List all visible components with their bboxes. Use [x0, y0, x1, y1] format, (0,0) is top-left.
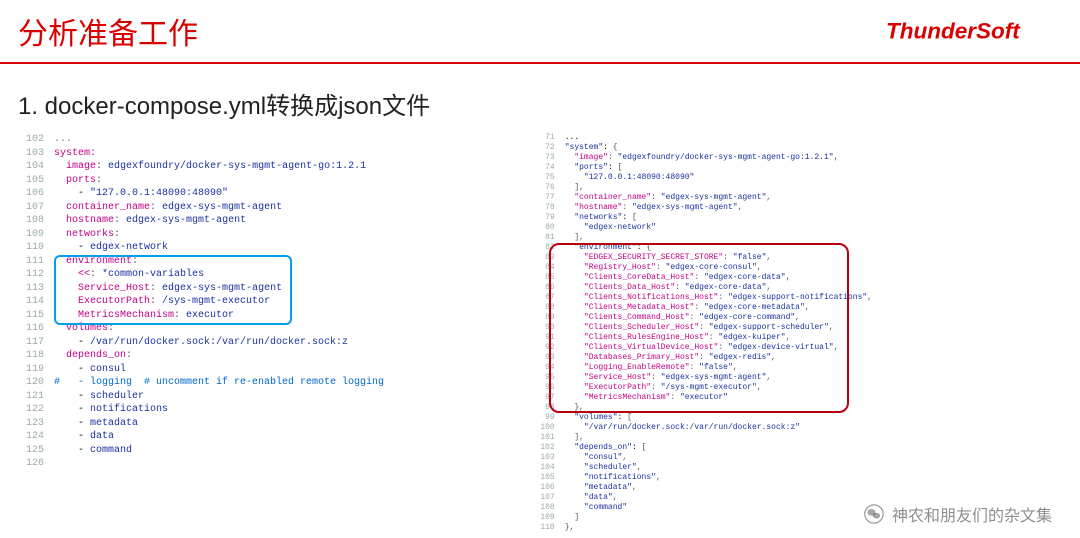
yaml-code-block: 102... 103system: 104 image: edgexfoundr… [8, 133, 519, 471]
json-code-block: 71... 72"system": { 73 "image": "edgexfo… [519, 133, 1072, 533]
svg-text:ThunderSoft: ThunderSoft [886, 19, 1021, 44]
wechat-icon [864, 504, 884, 524]
watermark-text: 神农和朋友们的杂文集 [892, 502, 1052, 526]
wechat-watermark: 神农和朋友们的杂文集 [864, 502, 1052, 526]
section-title: 1. docker-compose.yml转换成json文件 [0, 64, 1080, 133]
slide-title: 分析准备工作 [18, 9, 198, 53]
thundersoft-logo: ThunderSoft [886, 16, 1066, 46]
